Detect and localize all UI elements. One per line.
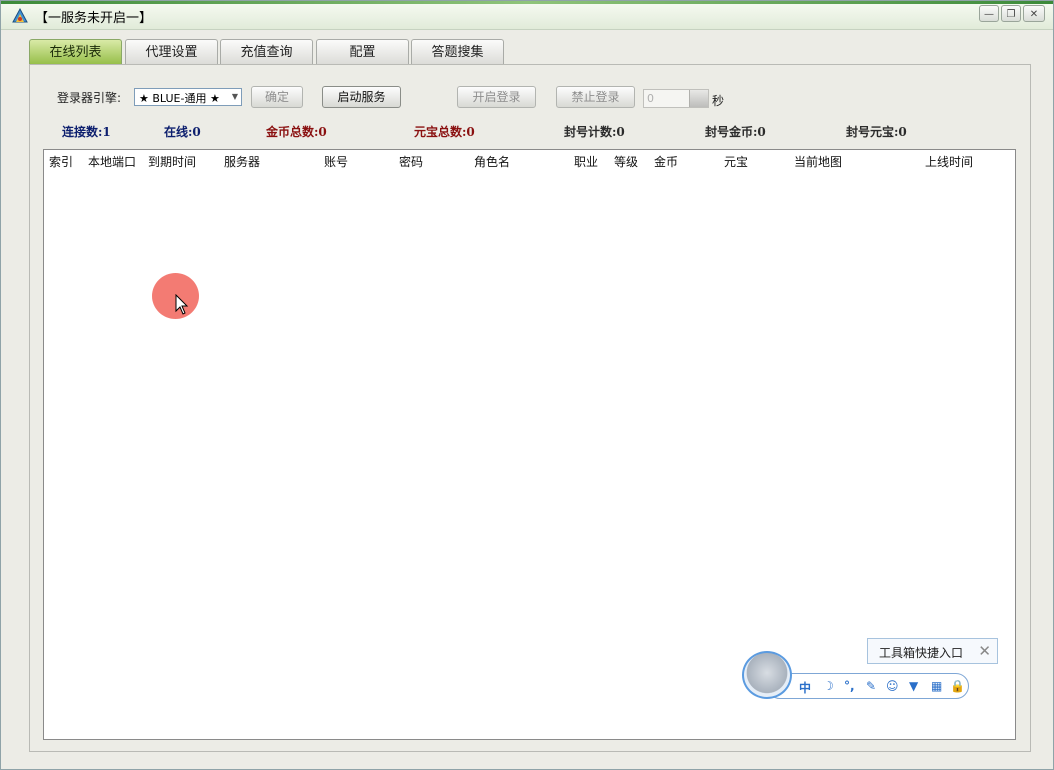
engine-label: 登录器引擎: [57, 91, 122, 105]
stat-ban-gold: 封号金币:0 [705, 125, 766, 139]
chinese-mode-icon[interactable]: 中 [799, 679, 811, 696]
column-header[interactable]: 职业 [574, 153, 598, 170]
toolbox-tooltip-text: 工具箱快捷入口 [879, 646, 964, 660]
seconds-value: 0 [647, 92, 654, 105]
seconds-stepper[interactable]: 0 [643, 89, 709, 108]
window-title: 【一服务未开启一】 [35, 11, 153, 26]
stat-ban-count: 封号计数:0 [564, 125, 625, 139]
title-accent-line [1, 1, 1053, 4]
close-icon[interactable]: ✕ [978, 642, 991, 660]
column-header[interactable]: 本地端口 [88, 153, 136, 170]
wrench-icon[interactable]: ✎ [866, 679, 876, 693]
lock-icon[interactable]: 🔒 [950, 679, 965, 693]
ime-avatar-icon[interactable] [742, 651, 792, 699]
ban-login-button[interactable]: 禁止登录 [556, 86, 635, 108]
tab-online-list[interactable]: 在线列表 [29, 39, 122, 64]
column-header[interactable]: 服务器 [224, 153, 260, 170]
mouse-cursor-icon [175, 294, 189, 315]
close-button[interactable]: ✕ [1023, 5, 1045, 22]
chevron-down-icon: ▼ [231, 92, 238, 101]
halfwidth-moon-icon[interactable]: ☽ [823, 679, 834, 693]
toolbox-tooltip: 工具箱快捷入口 ✕ [867, 638, 998, 664]
stat-yuanbao-total: 元宝总数:0 [414, 125, 475, 139]
engine-select[interactable]: ★ BLUE-通用 ★ ▼ [134, 88, 242, 106]
column-header[interactable]: 账号 [324, 153, 348, 170]
tab-recharge-query[interactable]: 充值查询 [220, 39, 313, 64]
column-header[interactable]: 角色名 [474, 153, 510, 170]
column-header[interactable]: 上线时间 [925, 153, 973, 170]
stat-gold-total: 金币总数:0 [266, 125, 327, 139]
column-header[interactable]: 等级 [614, 153, 638, 170]
column-header[interactable]: 到期时间 [148, 153, 196, 170]
title-bar[interactable]: 【一服务未开启一】 — ❐ ✕ [1, 1, 1053, 30]
stat-online: 在线:0 [164, 125, 201, 139]
app-window: 【一服务未开启一】 — ❐ ✕ 在线列表 代理设置 充值查询 配置 答题搜集 登… [0, 0, 1054, 770]
tab-quiz-collect[interactable]: 答题搜集 [411, 39, 504, 64]
column-header[interactable]: 索引 [49, 153, 73, 170]
column-header[interactable]: 当前地图 [794, 153, 842, 170]
stat-connections: 连接数:1 [62, 125, 111, 139]
ime-toolbar[interactable]: 中 ☽ °, ✎ ☺ ▼ ▦ 🔒 [767, 673, 969, 699]
seconds-unit-label: 秒 [712, 94, 725, 108]
column-header[interactable]: 密码 [399, 153, 423, 170]
open-login-button[interactable]: 开启登录 [457, 86, 536, 108]
start-service-button[interactable]: 启动服务 [322, 86, 401, 108]
engine-select-value: ★ BLUE-通用 ★ [139, 92, 220, 105]
smiley-icon[interactable]: ☺ [886, 679, 899, 693]
column-header[interactable]: 元宝 [724, 153, 748, 170]
punctuation-icon[interactable]: °, [844, 679, 855, 693]
stat-ban-yuanbao: 封号元宝:0 [846, 125, 907, 139]
stepper-arrows-icon[interactable] [689, 90, 708, 107]
tab-config[interactable]: 配置 [316, 39, 409, 64]
confirm-button[interactable]: 确定 [251, 86, 303, 108]
toolbox-grid-icon[interactable]: ▦ [931, 679, 942, 693]
column-header[interactable]: 金币 [654, 153, 678, 170]
app-icon [12, 7, 28, 23]
restore-button[interactable]: ❐ [1001, 5, 1021, 22]
minimize-button[interactable]: — [979, 5, 999, 22]
tab-proxy-settings[interactable]: 代理设置 [125, 39, 218, 64]
skin-shirt-icon[interactable]: ▼ [909, 679, 918, 693]
window-controls: — ❐ ✕ [977, 5, 1045, 23]
